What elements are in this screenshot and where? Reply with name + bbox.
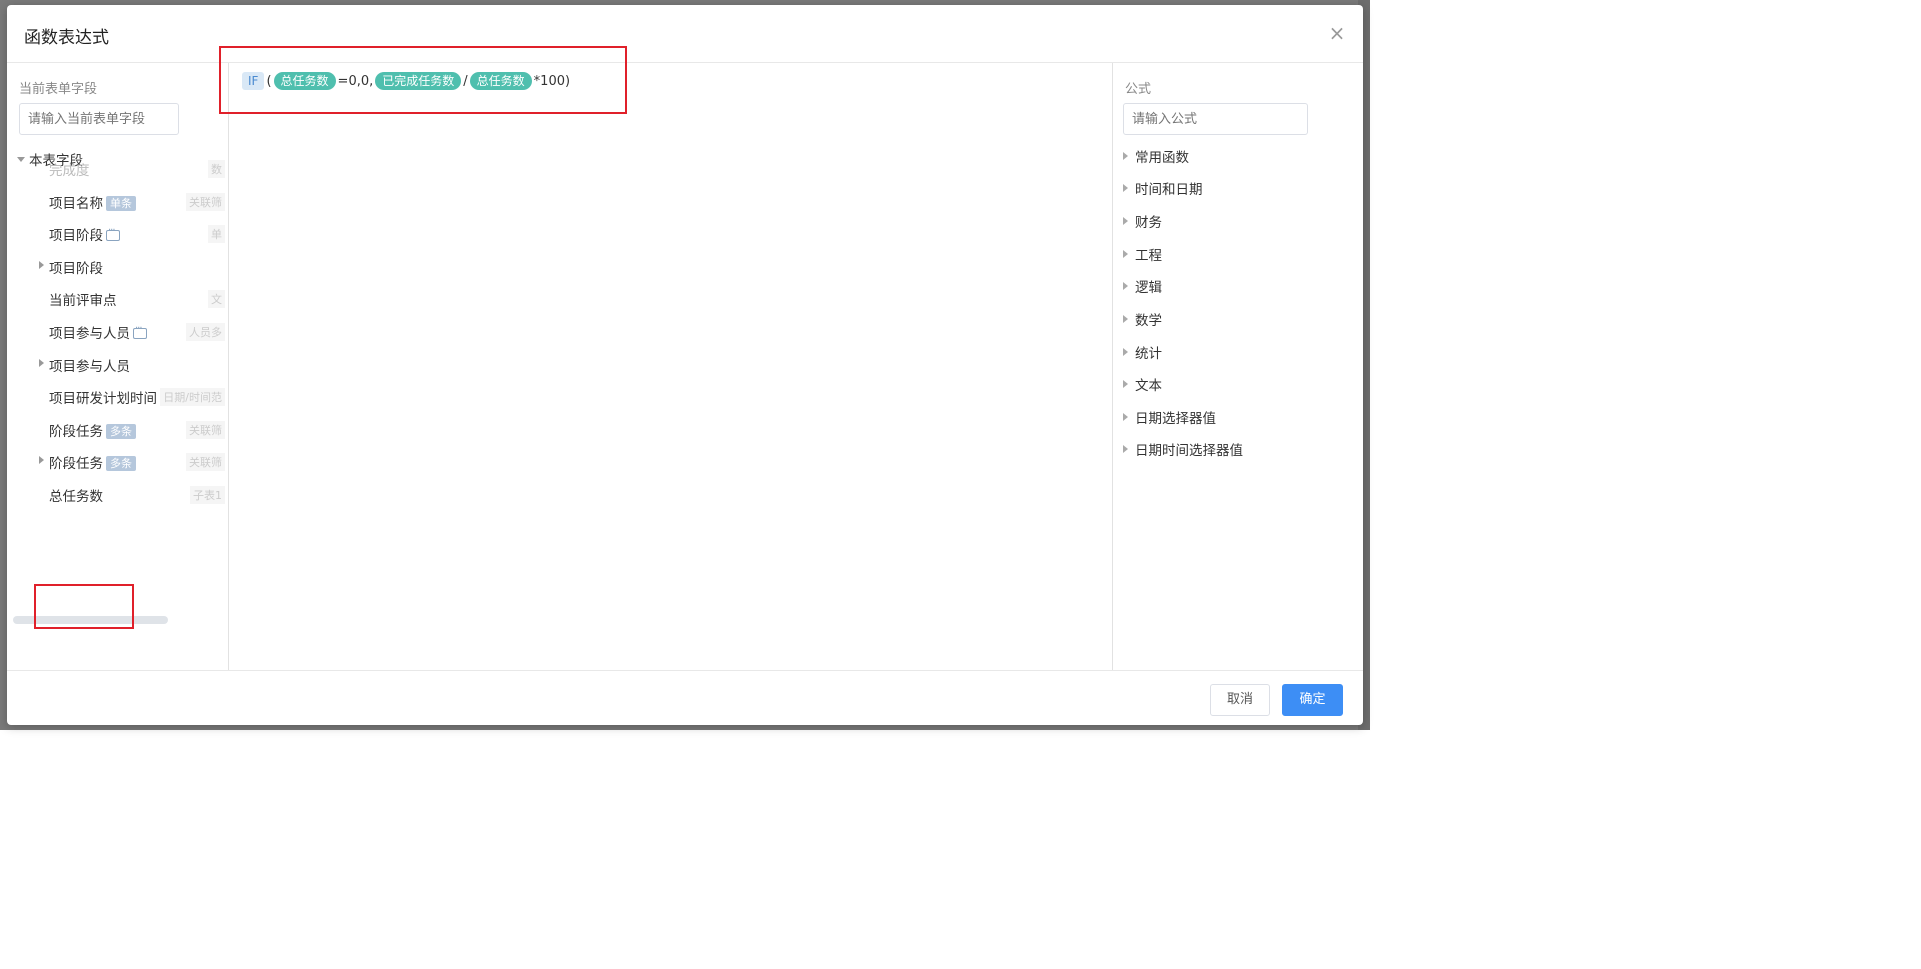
field-tag: 单条 — [106, 196, 136, 211]
caret-right-icon — [1123, 152, 1128, 160]
category-label: 数学 — [1135, 313, 1162, 329]
formula-text: *100) — [533, 73, 571, 89]
field-type: 文 — [208, 290, 225, 308]
caret-right-icon — [1123, 315, 1128, 323]
category-label: 工程 — [1135, 248, 1162, 264]
close-icon[interactable]: × — [1327, 23, 1347, 43]
field-type: 关联筛 — [186, 421, 225, 439]
formula-text: ( — [266, 73, 272, 89]
caret-right-icon — [1123, 217, 1128, 225]
category-item[interactable]: 常用函数 — [1123, 145, 1189, 167]
cancel-button[interactable]: 取消 — [1210, 684, 1270, 716]
field-panel-label: 当前表单字段 — [19, 82, 98, 97]
field-pill[interactable]: 已完成任务数 — [375, 72, 462, 90]
horizontal-scrollbar[interactable] — [13, 616, 168, 624]
field-name-wrap: 项目名称 单条 — [49, 192, 136, 212]
caret-right-icon — [1123, 348, 1128, 356]
field-name: 总任务数 — [49, 489, 103, 505]
dialog-header: 函数表达式 × — [7, 5, 1363, 63]
function-panel: 公式 常用函数 时间和日期 财务 工程 逻辑 数学 统计 文本 日期选择器值 日… — [1112, 63, 1363, 670]
field-type: 单 — [208, 225, 225, 243]
category-label: 统计 — [1135, 346, 1162, 362]
field-name: 项目参与人员 — [49, 326, 130, 342]
category-item[interactable]: 逻辑 — [1123, 275, 1162, 297]
field-type: 日期/时间范 — [160, 388, 225, 406]
category-item[interactable]: 数学 — [1123, 308, 1162, 330]
field-name: 项目研发计划时间 — [49, 391, 157, 407]
caret-right-icon — [1123, 184, 1128, 192]
category-item[interactable]: 工程 — [1123, 243, 1162, 265]
category-item[interactable]: 日期选择器值 — [1123, 406, 1216, 428]
formula-text: =0,0, — [337, 73, 374, 89]
field-item[interactable]: 项目参与人员 — [7, 351, 228, 377]
field-item[interactable]: 项目名称 单条 关联筛 — [7, 188, 228, 214]
field-name: 项目参与人员 — [49, 359, 130, 375]
caret-right-icon[interactable] — [39, 261, 44, 269]
field-type: 关联筛 — [186, 193, 225, 211]
caret-right-icon[interactable] — [39, 359, 44, 367]
caret-right-icon — [1123, 445, 1128, 453]
category-item[interactable]: 文本 — [1123, 373, 1162, 395]
more-icon — [133, 323, 147, 339]
field-type: 数 — [208, 160, 225, 178]
field-item[interactable]: 项目阶段 单 — [7, 220, 228, 246]
field-name-wrap: 项目参与人员 — [49, 322, 147, 342]
confirm-button[interactable]: 确定 — [1282, 684, 1343, 716]
category-item[interactable]: 财务 — [1123, 210, 1162, 232]
field-name: 完成度 — [49, 163, 90, 179]
formula-editor[interactable]: IF ( 总任务数 =0,0, 已完成任务数 / 总任务数 *100) — [230, 63, 1112, 670]
category-label: 日期选择器值 — [1135, 411, 1216, 427]
field-name: 项目阶段 — [49, 261, 103, 277]
caret-right-icon[interactable] — [39, 456, 44, 464]
category-label: 文本 — [1135, 378, 1162, 394]
field-name: 当前评审点 — [49, 293, 117, 309]
field-name: 项目名称 — [49, 196, 103, 212]
field-item[interactable]: 项目阶段 — [7, 253, 228, 279]
field-name: 项目阶段 — [49, 228, 103, 244]
field-tag: 多条 — [106, 456, 136, 471]
field-search-input[interactable] — [19, 103, 179, 135]
caret-right-icon — [1123, 413, 1128, 421]
field-item[interactable]: 当前评审点 文 — [7, 285, 228, 311]
field-name-wrap: 项目阶段 — [49, 224, 120, 244]
function-search-input[interactable] — [1123, 103, 1308, 135]
field-name: 阶段任务 — [49, 456, 103, 472]
category-item[interactable]: 时间和日期 — [1123, 177, 1203, 199]
field-name-wrap: 阶段任务 多条 — [49, 452, 136, 472]
field-item[interactable]: 阶段任务 多条 关联筛 — [7, 416, 228, 442]
category-label: 时间和日期 — [1135, 182, 1203, 198]
dialog-title: 函数表达式 — [24, 28, 109, 48]
category-item[interactable]: 统计 — [1123, 341, 1162, 363]
field-tag: 多条 — [106, 424, 136, 439]
formula-expression[interactable]: IF ( 总任务数 =0,0, 已完成任务数 / 总任务数 *100) — [242, 70, 572, 92]
category-label: 常用函数 — [1135, 150, 1189, 166]
dialog-footer: 取消 确定 — [7, 670, 1363, 725]
field-item[interactable]: 项目研发计划时间 日期/时间范 — [7, 383, 228, 409]
field-item-total-tasks[interactable]: 总任务数 子表1 — [7, 481, 228, 507]
category-item[interactable]: 日期时间选择器值 — [1123, 438, 1243, 460]
field-item[interactable]: 阶段任务 多条 关联筛 — [7, 448, 228, 474]
more-icon — [106, 225, 120, 241]
field-panel: 当前表单字段 本表字段 完成度 数 项目名称单条 关联筛 项目阶段 单 项目阶段… — [7, 63, 229, 670]
category-label: 财务 — [1135, 215, 1162, 231]
category-label: 日期时间选择器值 — [1135, 443, 1243, 459]
formula-dialog: 函数表达式 × 当前表单字段 本表字段 完成度 数 项目名称单条 关联筛 项目阶… — [7, 5, 1363, 725]
caret-right-icon — [1123, 380, 1128, 388]
field-type: 关联筛 — [186, 453, 225, 471]
field-type: 子表1 — [190, 486, 225, 504]
field-item[interactable]: 项目参与人员 人员多 — [7, 318, 228, 344]
field-name-wrap: 阶段任务 多条 — [49, 420, 136, 440]
field-type: 人员多 — [186, 323, 225, 341]
field-pill[interactable]: 总任务数 — [273, 72, 336, 90]
function-panel-label: 公式 — [1125, 82, 1152, 97]
caret-right-icon — [1123, 282, 1128, 290]
caret-right-icon — [1123, 250, 1128, 258]
function-tag[interactable]: IF — [242, 72, 265, 90]
field-item[interactable]: 完成度 数 — [7, 155, 228, 181]
formula-text: / — [463, 73, 468, 89]
field-pill[interactable]: 总任务数 — [469, 72, 532, 90]
category-label: 逻辑 — [1135, 280, 1162, 296]
field-name: 阶段任务 — [49, 424, 103, 440]
